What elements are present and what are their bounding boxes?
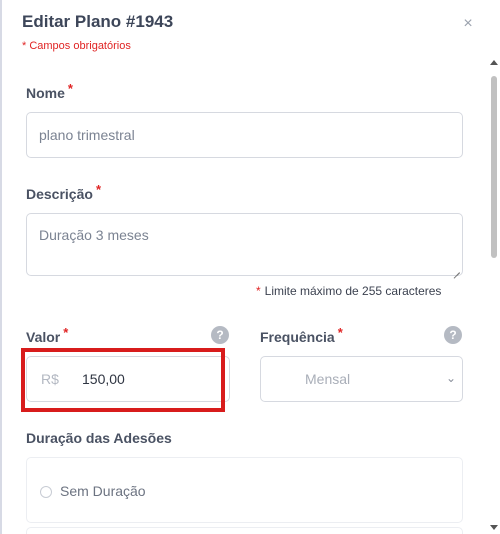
- nome-input[interactable]: plano trimestral: [26, 112, 463, 158]
- duracao-option-card-next[interactable]: [26, 527, 463, 534]
- descricao-textarea[interactable]: Duração 3 meses: [26, 213, 463, 276]
- valor-highlight-box: [21, 348, 225, 412]
- frequencia-required-mark: *: [337, 325, 343, 340]
- required-fields-note: * Campos obrigatórios: [22, 40, 131, 52]
- frequencia-help-icon[interactable]: ?: [444, 326, 462, 344]
- descricao-label: Descrição *: [26, 182, 101, 202]
- valor-help-icon[interactable]: ?: [211, 326, 229, 344]
- nome-label: Nome *: [26, 81, 73, 101]
- edit-plan-modal: Editar Plano #1943 * Campos obrigatórios…: [0, 0, 500, 534]
- sem-duracao-label: Sem Duração: [60, 483, 146, 499]
- duracao-label: Duração das Adesões: [26, 430, 172, 446]
- limit-text: Limite máximo de 255 caracteres: [264, 284, 442, 298]
- modal-title: Editar Plano #1943: [22, 12, 174, 31]
- radio-icon[interactable]: [40, 486, 52, 498]
- frequencia-selected-value: Mensal: [305, 371, 351, 387]
- frequencia-select[interactable]: Mensal ⌄: [260, 356, 463, 402]
- character-limit-note: * Limite máximo de 255 caracteres: [256, 284, 441, 298]
- modal-scrollbar[interactable]: [488, 58, 500, 534]
- scroll-up-arrow-icon[interactable]: [490, 60, 498, 65]
- scrollbar-thumb[interactable]: [491, 76, 497, 258]
- descricao-label-text: Descrição: [26, 186, 93, 202]
- modal-left-edge: [0, 0, 2, 534]
- valor-required-mark: *: [63, 325, 69, 340]
- close-icon[interactable]: ×: [460, 16, 476, 32]
- limit-star: *: [256, 284, 261, 298]
- duracao-option-card[interactable]: Sem Duração: [26, 457, 463, 523]
- descricao-required-mark: *: [95, 182, 101, 197]
- nome-required-mark: *: [67, 81, 73, 96]
- chevron-down-icon: ⌄: [445, 371, 456, 385]
- nome-label-text: Nome: [26, 85, 65, 101]
- scroll-down-arrow-icon[interactable]: [490, 525, 498, 530]
- resize-handle-icon[interactable]: [452, 265, 460, 273]
- valor-label: Valor *: [26, 325, 68, 345]
- frequencia-label-text: Frequência: [260, 329, 335, 345]
- nome-input-value: plano trimestral: [39, 127, 135, 143]
- descricao-textarea-value: Duração 3 meses: [39, 227, 149, 243]
- frequencia-label: Frequência *: [260, 325, 343, 345]
- valor-label-text: Valor: [26, 329, 61, 345]
